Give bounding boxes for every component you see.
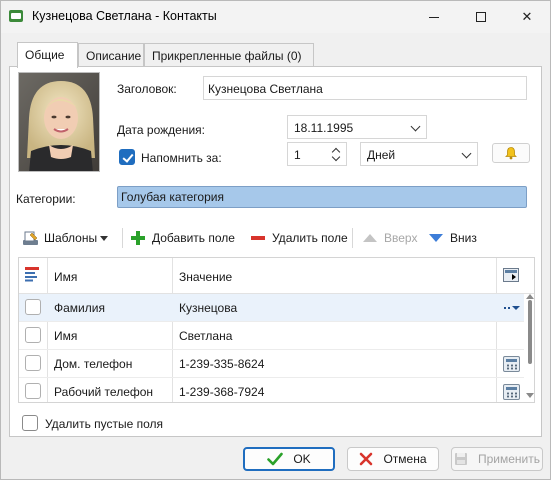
column-header-name[interactable]: Имя: [54, 270, 77, 284]
table-row[interactable]: Дом. телефон 1-239-335-8624: [19, 350, 524, 378]
fields-grid: Имя Значение Фамилия Кузнецова Имя Светл…: [18, 257, 535, 403]
close-button[interactable]: ✕: [504, 1, 550, 33]
title-input[interactable]: Кузнецова Светлана: [203, 76, 527, 100]
general-panel: Заголовок: Кузнецова Светлана Дата рожде…: [9, 66, 542, 437]
toolbar-divider: [352, 228, 353, 248]
field-name: Фамилия: [54, 301, 105, 315]
more-dropdown-icon[interactable]: [504, 306, 520, 310]
fields-list-icon: [25, 267, 39, 282]
apply-label: Применить: [477, 452, 540, 466]
row-checkbox[interactable]: [25, 299, 41, 315]
minimize-button[interactable]: [411, 1, 457, 33]
row-checkbox[interactable]: [25, 383, 41, 399]
arrow-up-icon: [363, 234, 377, 242]
categories-field[interactable]: Голубая категория: [117, 186, 527, 208]
column-header-value[interactable]: Значение: [179, 270, 232, 284]
reminder-bell-button[interactable]: [492, 143, 530, 163]
tab-attachments[interactable]: Прикрепленные файлы (0): [144, 43, 314, 67]
move-up-button[interactable]: Вверх: [362, 225, 417, 251]
title-label: Заголовок:: [117, 82, 177, 96]
chevron-down-icon: [410, 121, 421, 132]
chevron-down-icon: [461, 148, 472, 159]
templates-button[interactable]: Шаблоны: [22, 225, 109, 251]
remind-amount-value: 1: [294, 148, 301, 162]
row-checkbox[interactable]: [25, 355, 41, 371]
remind-amount-stepper[interactable]: 1: [287, 142, 347, 166]
bell-icon: [505, 147, 517, 160]
title-bar: Кузнецова Светлана - Контакты ✕: [1, 1, 550, 33]
categories-label: Категории:: [16, 192, 76, 206]
remove-empty-checkbox[interactable]: [22, 415, 38, 431]
maximize-button[interactable]: [458, 1, 504, 33]
move-down-label: Вниз: [450, 231, 477, 245]
field-name: Имя: [54, 329, 78, 343]
birthdate-picker[interactable]: 18.11.1995: [287, 115, 427, 139]
tab-description[interactable]: Описание: [78, 43, 144, 67]
save-disk-icon: [454, 452, 468, 466]
column-chooser-icon[interactable]: [503, 268, 519, 282]
fields-toolbar: Шаблоны Добавить поле Удалить поле Вверх…: [18, 225, 535, 251]
birthdate-value: 18.11.1995: [294, 121, 354, 135]
delete-field-label: Удалить поле: [272, 231, 348, 245]
phone-dialer-icon[interactable]: [503, 356, 520, 372]
tab-general[interactable]: Общие: [17, 42, 78, 68]
photo-image: [19, 73, 99, 171]
remind-unit-value: Дней: [367, 148, 396, 162]
scroll-down-arrow[interactable]: [526, 393, 534, 398]
remind-unit-select[interactable]: Дней: [360, 142, 478, 166]
minimize-icon: [429, 16, 439, 18]
field-name: Дом. телефон: [54, 357, 133, 371]
field-value[interactable]: 1-239-335-8624: [179, 357, 264, 371]
plus-icon: [131, 231, 145, 245]
vertical-scrollbar-thumb[interactable]: [528, 300, 532, 364]
table-row[interactable]: Фамилия Кузнецова: [19, 294, 524, 322]
table-row[interactable]: Имя Светлана: [19, 322, 524, 350]
grid-header: Имя Значение: [19, 258, 534, 294]
templates-label: Шаблоны: [44, 231, 98, 245]
remind-label: Напомнить за:: [141, 151, 222, 165]
chevron-down-icon[interactable]: [331, 152, 341, 162]
cancel-button[interactable]: Отмена: [347, 447, 439, 471]
toolbar-divider: [122, 228, 123, 248]
remind-checkbox[interactable]: [119, 149, 135, 165]
table-row[interactable]: Рабочий телефон 1-239-368-7924: [19, 378, 524, 402]
cancel-label: Отмена: [383, 452, 427, 466]
templates-icon: [23, 231, 38, 245]
close-icon: ✕: [521, 9, 533, 24]
x-icon: [359, 452, 373, 466]
checkmark-icon: [267, 452, 284, 466]
phone-dialer-icon[interactable]: [503, 384, 520, 400]
birthdate-label: Дата рождения:: [117, 123, 205, 137]
maximize-icon: [476, 12, 486, 22]
window-title: Кузнецова Светлана - Контакты: [32, 9, 217, 23]
app-icon: [9, 10, 23, 22]
scroll-up-arrow[interactable]: [526, 294, 534, 299]
move-down-button[interactable]: Вниз: [428, 225, 477, 251]
field-value[interactable]: Светлана: [179, 329, 232, 343]
field-value[interactable]: 1-239-368-7924: [179, 385, 264, 399]
delete-field-button[interactable]: Удалить поле: [250, 225, 348, 251]
dropdown-arrow-icon: [100, 235, 109, 241]
field-name: Рабочий телефон: [54, 385, 154, 399]
row-checkbox[interactable]: [25, 327, 41, 343]
contact-photo[interactable]: [18, 72, 100, 172]
add-field-button[interactable]: Добавить поле: [130, 225, 235, 251]
ok-label: OK: [293, 452, 311, 466]
ok-button[interactable]: OK: [243, 447, 335, 471]
apply-button[interactable]: Применить: [451, 447, 543, 471]
contact-window: Кузнецова Светлана - Контакты ✕ Общие Оп…: [0, 0, 551, 480]
add-field-label: Добавить поле: [152, 231, 235, 245]
minus-icon: [251, 236, 265, 240]
move-up-label: Вверх: [384, 231, 418, 245]
remove-empty-label: Удалить пустые поля: [45, 417, 164, 431]
field-value[interactable]: Кузнецова: [179, 301, 237, 315]
arrow-down-icon: [429, 234, 443, 242]
